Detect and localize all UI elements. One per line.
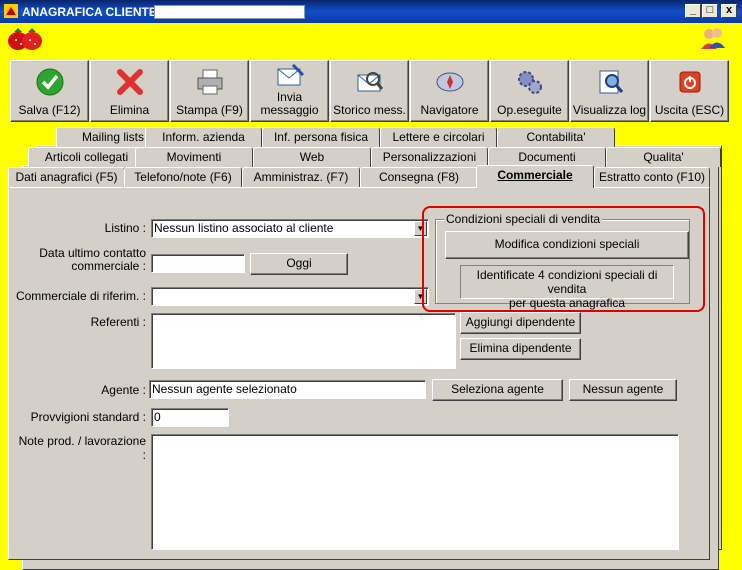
note-label: Note prod. / lavorazione : — [18, 434, 146, 462]
gears-icon — [517, 71, 542, 94]
exit-icon — [679, 71, 700, 93]
listino-label: Listino : — [104, 221, 146, 235]
navigator-button[interactable]: Navigatore — [410, 60, 489, 122]
exit-button[interactable]: Uscita (ESC) — [650, 60, 729, 122]
tab-inf-persona-fisica[interactable]: Inf. persona fisica — [262, 127, 380, 147]
delete-button[interactable]: Elimina — [90, 60, 169, 122]
send-message-button[interactable]: Invia messaggio — [250, 60, 329, 122]
users-icon[interactable] — [700, 26, 726, 50]
tab-dati-anagrafici[interactable]: Dati anagrafici (F5) — [8, 167, 125, 187]
elimina-dipendente-button[interactable]: Elimina dipendente — [460, 338, 581, 360]
data-contatto-label: Data ultimo contatto commerciale : — [39, 246, 146, 273]
referenti-list[interactable] — [151, 313, 456, 369]
view-log-button[interactable]: Visualizza log — [570, 60, 649, 122]
tab-commerciale[interactable]: Commerciale — [476, 165, 594, 188]
tab-web[interactable]: Web — [253, 147, 371, 167]
agente-field[interactable]: Nessun agente selezionato — [149, 380, 426, 399]
strawberry-logo-icon — [8, 28, 42, 50]
tab-documenti[interactable]: Documenti — [488, 147, 606, 167]
tab-contabilita[interactable]: Contabilita' — [497, 127, 615, 147]
oggi-button[interactable]: Oggi — [250, 253, 348, 275]
commerciale-label: Commerciale di riferim. : — [15, 289, 146, 303]
operations-button[interactable]: Op.eseguite — [490, 60, 569, 122]
highlight-annotation — [422, 206, 705, 312]
message-history-icon — [357, 72, 383, 92]
minimize-button[interactable]: _ — [685, 4, 701, 18]
tab-articoli-collegati[interactable]: Articoli collegati — [28, 147, 145, 167]
printer-icon — [197, 69, 222, 95]
app-icon — [4, 4, 18, 18]
tab-consegna[interactable]: Consegna (F8) — [360, 167, 478, 187]
nessun-agente-button[interactable]: Nessun agente — [569, 379, 677, 401]
listino-value: Nessun listino associato al cliente — [154, 221, 334, 235]
tab-qualita[interactable]: Qualita' — [606, 147, 721, 167]
navigator-icon — [436, 72, 463, 92]
tab-estratto-conto[interactable]: Estratto conto (F10) — [594, 167, 710, 187]
window-title-field — [154, 5, 305, 19]
check-icon — [36, 68, 63, 96]
print-button[interactable]: Stampa (F9) — [170, 60, 249, 122]
title-bar: ANAGRAFICA CLIENTE - _ □ x — [0, 0, 742, 23]
provvigioni-field[interactable]: 0 — [151, 408, 229, 427]
tab-inform-azienda[interactable]: Inform. azienda — [145, 127, 262, 147]
tab-amministrazione[interactable]: Amministraz. (F7) — [242, 167, 360, 187]
note-textarea[interactable] — [151, 434, 679, 550]
save-button[interactable]: Salva (F12) — [10, 60, 89, 122]
tab-personalizzazioni[interactable]: Personalizzazioni — [371, 147, 488, 167]
provvigioni-label: Provvigioni standard : — [30, 410, 146, 424]
top-strip — [0, 23, 742, 55]
tab-control: Mailing lists Inform. azienda Inf. perso… — [8, 127, 728, 570]
window-title: ANAGRAFICA CLIENTE - — [22, 5, 165, 19]
main-toolbar: Salva (F12) Elimina Stampa (F9) Invia me… — [8, 60, 731, 122]
tab-lettere-circolari[interactable]: Lettere e circolari — [380, 127, 497, 147]
listino-select[interactable]: Nessun listino associato al cliente ▼ — [151, 219, 429, 238]
agente-label: Agente : — [101, 383, 146, 397]
delete-x-icon — [116, 69, 143, 95]
tab-movimenti[interactable]: Movimenti — [135, 147, 253, 167]
aggiungi-dipendente-button[interactable]: Aggiungi dipendente — [460, 312, 581, 334]
tab-telefono-note[interactable]: Telefono/note (F6) — [124, 167, 242, 187]
close-button[interactable]: x — [721, 4, 737, 18]
data-contatto-field[interactable] — [151, 254, 245, 273]
send-message-icon — [277, 63, 304, 86]
view-log-icon — [599, 70, 623, 94]
commerciale-select[interactable]: ▼ — [151, 287, 429, 306]
seleziona-agente-button[interactable]: Seleziona agente — [432, 379, 563, 401]
maximize-button[interactable]: □ — [702, 4, 718, 18]
message-history-button[interactable]: Storico mess. — [330, 60, 409, 122]
referenti-label: Referenti : — [90, 315, 146, 329]
